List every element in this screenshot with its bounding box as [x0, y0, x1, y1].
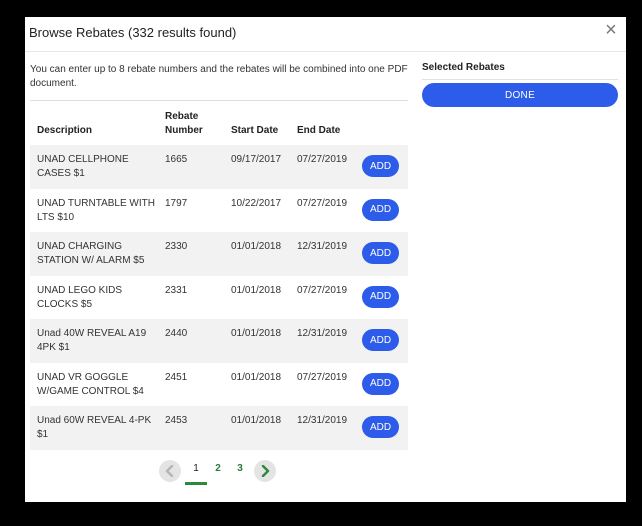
row-start-date: 01/01/2018: [231, 284, 282, 296]
page-1[interactable]: 1: [186, 463, 206, 474]
chevron-right-icon: [261, 465, 270, 477]
add-button[interactable]: ADD: [362, 372, 399, 395]
row-rebate-number: 2440: [165, 328, 188, 339]
add-button[interactable]: ADD: [362, 416, 399, 438]
add-button[interactable]: ADD: [362, 198, 399, 221]
add-button[interactable]: ADD: [362, 242, 399, 264]
row-start-date: 09/17/2017: [231, 154, 282, 165]
close-icon[interactable]: ×: [602, 20, 620, 40]
page-2[interactable]: 2: [208, 463, 228, 474]
dialog-title: Browse Rebates (332 results found): [29, 25, 237, 40]
pagination: 1 2 3: [159, 460, 279, 490]
row-description: UNAD CELLPHONE CASES $1: [37, 154, 129, 179]
header-start-date: Start Date: [231, 125, 279, 136]
row-end-date: 12/31/2019: [297, 241, 348, 252]
row-end-date: 07/27/2019: [297, 371, 348, 383]
row-rebate-number: 2330: [165, 241, 188, 252]
row-start-date: 10/22/2017: [231, 197, 282, 209]
prev-page-button[interactable]: [159, 460, 181, 482]
add-button[interactable]: ADD: [362, 329, 399, 351]
table-header: Description Rebate Number Start Date End…: [30, 105, 408, 145]
divider: [30, 100, 408, 101]
row-description: Unad 60W REVEAL 4-PK $1: [37, 415, 152, 440]
row-rebate-number: 1665: [165, 154, 188, 165]
table-row: UNAD LEGO KIDS CLOCKS $5 2331 01/01/2018…: [30, 276, 408, 320]
row-end-date: 07/27/2019: [297, 154, 348, 165]
add-button[interactable]: ADD: [362, 155, 399, 177]
row-description: UNAD TURNTABLE WITH LTS $10: [37, 197, 155, 223]
row-start-date: 01/01/2018: [231, 328, 282, 339]
table-row: UNAD VR GOGGLE W/GAME CONTROL $4 2451 01…: [30, 363, 408, 407]
row-end-date: 12/31/2019: [297, 415, 348, 426]
row-end-date: 07/27/2019: [297, 197, 348, 209]
table-row: Unad 60W REVEAL 4-PK $1 2453 01/01/2018 …: [30, 406, 408, 450]
next-page-button[interactable]: [254, 460, 276, 482]
row-end-date: 12/31/2019: [297, 328, 348, 339]
row-start-date: 01/01/2018: [231, 371, 282, 383]
row-description: UNAD LEGO KIDS CLOCKS $5: [37, 284, 123, 310]
browse-rebates-dialog: Browse Rebates (332 results found) × You…: [25, 17, 626, 502]
row-end-date: 07/27/2019: [297, 284, 348, 296]
row-rebate-number: 2453: [165, 415, 188, 426]
intro-text: You can enter up to 8 rebate numbers and…: [30, 64, 408, 89]
page-3[interactable]: 3: [230, 463, 250, 474]
rebates-table: Description Rebate Number Start Date End…: [30, 105, 408, 450]
row-rebate-number: 1797: [165, 197, 188, 209]
dialog-header: Browse Rebates (332 results found) ×: [25, 17, 626, 52]
row-description: UNAD CHARGING STATION W/ ALARM $5: [37, 241, 145, 266]
current-page-indicator: [185, 482, 207, 485]
row-start-date: 01/01/2018: [231, 241, 282, 252]
chevron-left-icon: [165, 465, 174, 477]
add-button[interactable]: ADD: [362, 285, 399, 308]
table-row: UNAD CELLPHONE CASES $1 1665 09/17/2017 …: [30, 145, 408, 189]
header-end-date: End Date: [297, 125, 341, 136]
selected-rebates-title: Selected Rebates: [422, 62, 505, 73]
done-button[interactable]: DONE: [422, 83, 618, 107]
row-rebate-number: 2451: [165, 371, 188, 383]
row-description: UNAD VR GOGGLE W/GAME CONTROL $4: [37, 371, 144, 397]
row-rebate-number: 2331: [165, 284, 188, 296]
header-description: Description: [37, 125, 93, 136]
row-description: Unad 40W REVEAL A19 4PK $1: [37, 328, 147, 353]
table-row: Unad 40W REVEAL A19 4PK $1 2440 01/01/20…: [30, 319, 408, 363]
row-start-date: 01/01/2018: [231, 415, 282, 426]
header-rebate-number: Rebate Number: [165, 111, 203, 136]
table-row: UNAD TURNTABLE WITH LTS $10 1797 10/22/2…: [30, 189, 408, 233]
table-row: UNAD CHARGING STATION W/ ALARM $5 2330 0…: [30, 232, 408, 276]
divider: [422, 79, 618, 80]
